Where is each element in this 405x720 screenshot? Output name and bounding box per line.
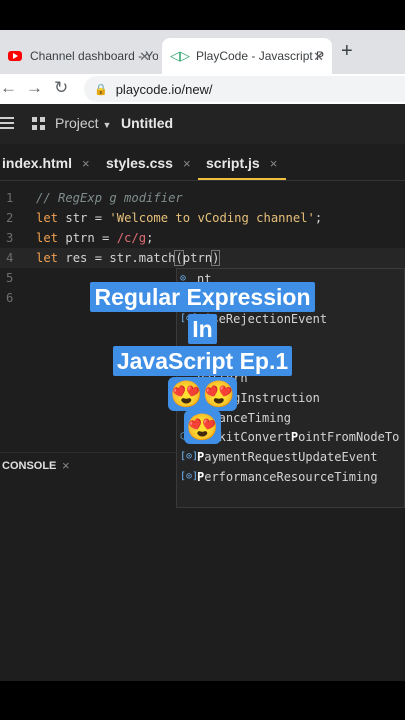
project-name[interactable]: Untitled	[121, 115, 173, 131]
line-number: 3	[6, 231, 14, 245]
code-token: ;	[314, 211, 323, 225]
line-number: 4	[6, 251, 14, 265]
close-icon[interactable]: ×	[183, 156, 191, 171]
code-token: res = str.match	[58, 251, 176, 265]
console-title: CONSOLE	[2, 460, 57, 472]
browser-tab-youtube[interactable]: Channel dashboard - Yo ✕	[0, 38, 158, 74]
autocomplete-item[interactable]: [⊙] PerformanceResourceTiming	[177, 467, 404, 487]
autocomplete-label: PaymentRequestUpdateEvent	[197, 447, 378, 467]
line-number: 2	[6, 211, 14, 225]
browser-tab-title: PlayCode - Javascript P	[196, 49, 325, 63]
reload-icon[interactable]: ↻	[54, 78, 68, 98]
emoji-row-1: 😍😍	[0, 377, 405, 411]
code-token: ptrn	[182, 251, 213, 265]
ide-header: Project ▼ Untitled	[0, 104, 405, 144]
code-text: let ptrn = /c/g;	[36, 228, 153, 248]
code-token: let	[36, 231, 59, 245]
url-text: playcode.io/new/	[115, 81, 213, 97]
close-icon[interactable]: ×	[270, 156, 278, 171]
close-tab-icon[interactable]: ✕	[139, 49, 150, 65]
active-tab-indicator	[198, 178, 286, 180]
youtube-icon	[8, 51, 22, 61]
code-text: let str = 'Welcome to vCoding channel';	[36, 208, 322, 228]
code-token: 'Welcome to vCoding channel'	[109, 211, 315, 225]
tab-script-js[interactable]: script.js ×	[206, 144, 277, 180]
symbol-kind-icon: [⊙]	[180, 451, 199, 463]
new-tab-button[interactable]: +	[341, 40, 353, 63]
file-tab-label: index.html	[2, 155, 73, 171]
forward-arrow-icon[interactable]: →	[26, 78, 43, 98]
close-icon[interactable]: ×	[82, 156, 90, 171]
tab-styles-css[interactable]: styles.css ×	[106, 144, 191, 180]
tab-index-html[interactable]: index.html ×	[2, 144, 90, 180]
label-suffix: erformanceResourceTiming	[204, 470, 378, 484]
file-tab-label: styles.css	[106, 155, 173, 171]
close-icon[interactable]: ×	[62, 458, 70, 473]
overlay-line-2: In	[0, 314, 405, 344]
overlay-title-line: In	[188, 314, 217, 344]
address-bar-row: ← → ↻ 🔒 playcode.io/new/	[0, 74, 405, 104]
lock-icon: 🔒	[94, 83, 108, 96]
autocomplete-item[interactable]: [⊙] PaymentRequestUpdateEvent	[177, 447, 404, 467]
url-field[interactable]: 🔒 playcode.io/new/	[84, 76, 405, 102]
overlay-title-line: JavaScript Ep.1	[112, 346, 293, 376]
menu-icon[interactable]	[0, 117, 14, 132]
playcode-icon: ◁▷	[170, 48, 190, 63]
project-dropdown[interactable]: Project ▼	[55, 115, 111, 131]
code-text: // RegExp g modifier	[36, 188, 183, 208]
heart-eyes-emoji-icon: 😍😍	[168, 377, 237, 411]
code-token: // RegExp g modifier	[36, 191, 183, 205]
code-token: let	[36, 211, 59, 225]
caret-down-icon: ▼	[102, 120, 112, 130]
overlay-line-3: JavaScript Ep.1	[0, 346, 405, 376]
emoji-row-2: 😍	[0, 410, 405, 444]
label-suffix: aymentRequestUpdateEvent	[204, 450, 378, 465]
code-token: let	[36, 251, 59, 265]
browser-tab-playcode[interactable]: ◁▷ PlayCode - Javascript P ✕	[162, 38, 332, 74]
overlay-title-line: Regular Expression	[90, 282, 315, 312]
code-text: let res = str.match(ptrn)	[36, 248, 221, 268]
autocomplete-label: PerformanceResourceTiming	[197, 467, 378, 487]
close-tab-icon[interactable]: ✕	[313, 49, 324, 65]
code-token: /c/g	[116, 231, 147, 245]
overlay-line-1: Regular Expression	[0, 282, 405, 312]
code-token: ;	[146, 231, 154, 245]
project-grid-icon	[32, 117, 45, 130]
code-token: ptrn =	[58, 231, 117, 245]
file-tabs: index.html × styles.css × script.js ×	[0, 144, 405, 181]
code-token: (	[174, 250, 184, 266]
code-token: )	[211, 250, 221, 266]
symbol-kind-icon: [⊙]	[180, 471, 199, 482]
line-number: 1	[6, 191, 14, 205]
code-token: str =	[58, 211, 110, 225]
project-label: Project	[55, 115, 99, 131]
heart-eyes-emoji-icon: 😍	[184, 410, 221, 444]
back-arrow-icon[interactable]: ←	[0, 78, 17, 98]
file-tab-label: script.js	[206, 155, 260, 171]
